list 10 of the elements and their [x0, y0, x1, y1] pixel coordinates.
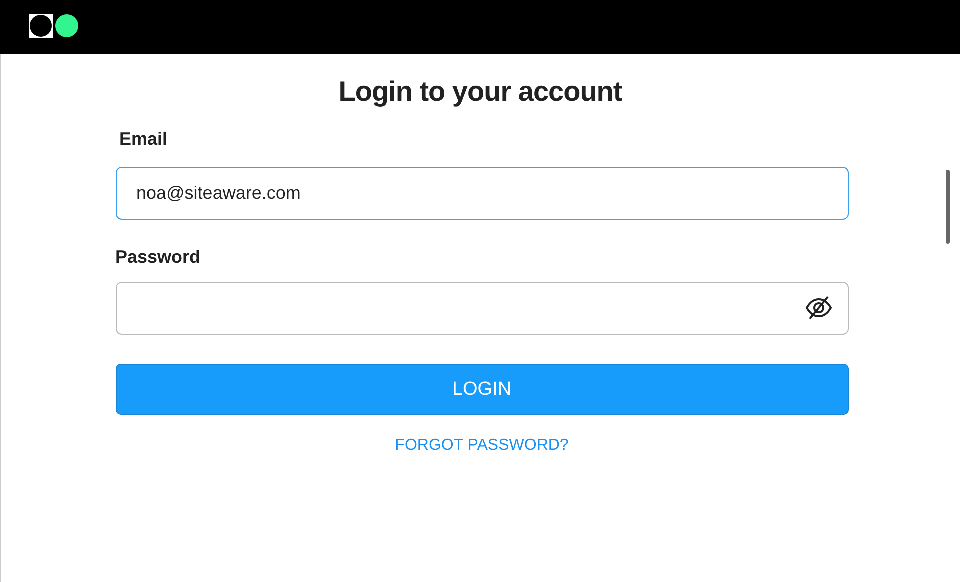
logo-icon: [28, 13, 80, 39]
page-title: Login to your account: [338, 76, 622, 108]
login-button[interactable]: LOGIN: [116, 364, 848, 415]
scrollbar[interactable]: [946, 170, 950, 244]
hidden-eye-icon[interactable]: [804, 295, 832, 321]
field-label: Email: [120, 128, 169, 150]
forgot-password-link[interactable]: FORGOT PASSWORD?: [395, 437, 569, 455]
field-label: Password: [116, 246, 202, 268]
password-field[interactable]: [116, 282, 848, 335]
email-field[interactable]: noa@siteaware.com: [116, 167, 848, 220]
